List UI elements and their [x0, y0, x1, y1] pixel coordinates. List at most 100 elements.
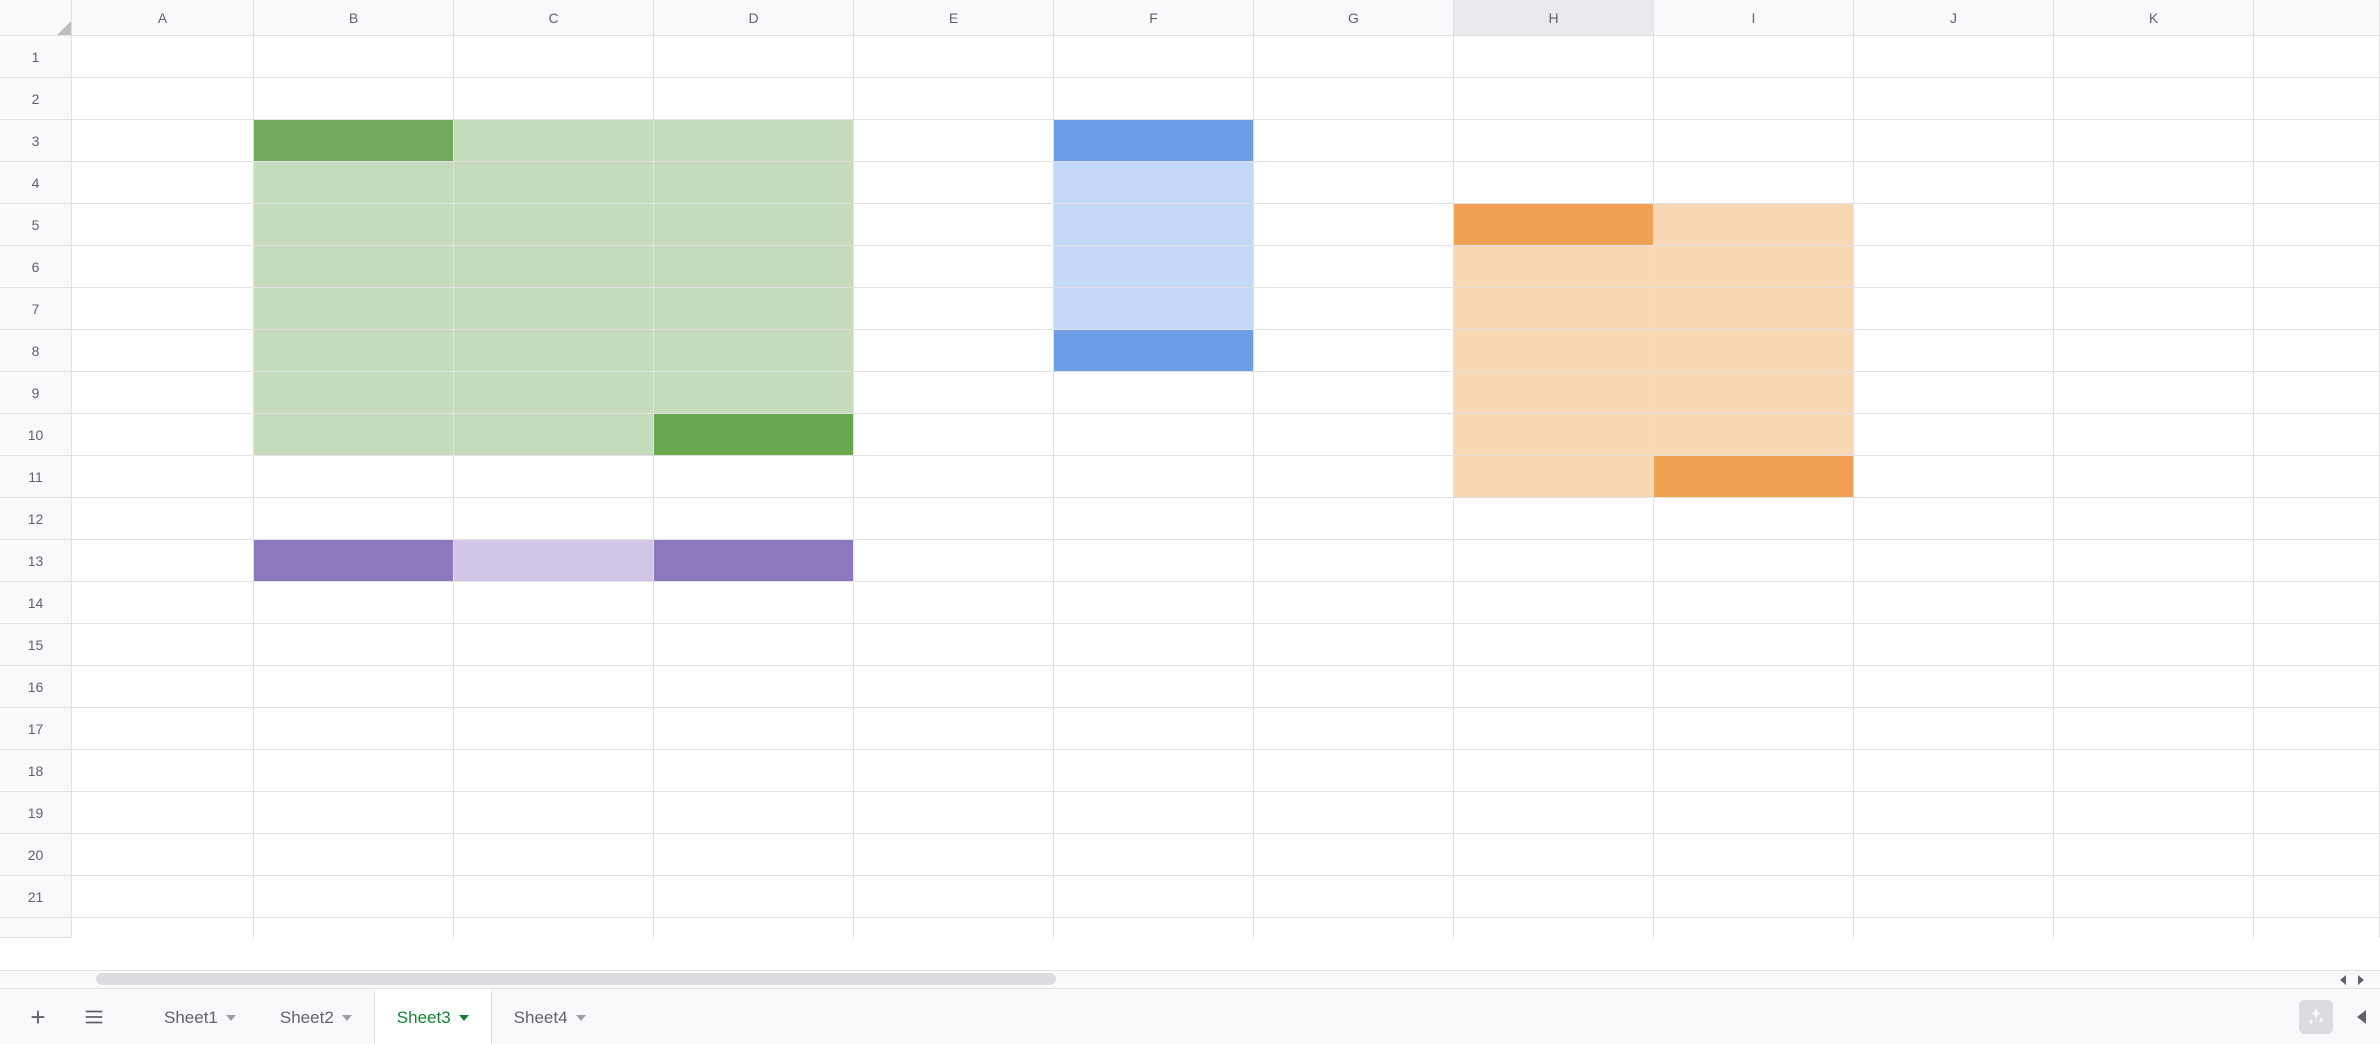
- cell[interactable]: [254, 792, 454, 834]
- cell[interactable]: [2254, 918, 2380, 938]
- cell[interactable]: [72, 78, 254, 120]
- column-header[interactable]: D: [654, 0, 854, 36]
- cell[interactable]: [1854, 834, 2054, 876]
- cell[interactable]: [454, 750, 654, 792]
- cell[interactable]: [654, 288, 854, 330]
- cell[interactable]: [1454, 456, 1654, 498]
- cell[interactable]: [2054, 750, 2254, 792]
- cell[interactable]: [1854, 876, 2054, 918]
- cell[interactable]: [1254, 246, 1454, 288]
- cell[interactable]: [654, 456, 854, 498]
- cell[interactable]: [2254, 330, 2380, 372]
- cell[interactable]: [654, 834, 854, 876]
- cell[interactable]: [1054, 498, 1254, 540]
- cell[interactable]: [2054, 624, 2254, 666]
- row-header[interactable]: 3: [0, 120, 72, 162]
- cell[interactable]: [1054, 750, 1254, 792]
- row-header[interactable]: 1: [0, 36, 72, 78]
- cell[interactable]: [72, 372, 254, 414]
- cell[interactable]: [1054, 582, 1254, 624]
- cell[interactable]: [1054, 372, 1254, 414]
- cell[interactable]: [454, 834, 654, 876]
- cell[interactable]: [854, 708, 1054, 750]
- cell[interactable]: [72, 918, 254, 938]
- cell[interactable]: [1454, 708, 1654, 750]
- row-header[interactable]: 12: [0, 498, 72, 540]
- all-sheets-button[interactable]: [80, 1003, 108, 1031]
- cell[interactable]: [1454, 624, 1654, 666]
- cell[interactable]: [454, 582, 654, 624]
- cell[interactable]: [1454, 918, 1654, 938]
- cell[interactable]: [854, 78, 1054, 120]
- cell[interactable]: [2054, 708, 2254, 750]
- cell[interactable]: [1254, 288, 1454, 330]
- cell[interactable]: [1254, 792, 1454, 834]
- cell[interactable]: [2254, 750, 2380, 792]
- cell[interactable]: [72, 708, 254, 750]
- cell[interactable]: [454, 918, 654, 938]
- cell[interactable]: [72, 582, 254, 624]
- cell[interactable]: [2054, 414, 2254, 456]
- cell[interactable]: [854, 330, 1054, 372]
- cell[interactable]: [2254, 372, 2380, 414]
- cell[interactable]: [1254, 36, 1454, 78]
- cell[interactable]: [254, 288, 454, 330]
- cell[interactable]: [1054, 540, 1254, 582]
- cell[interactable]: [654, 372, 854, 414]
- cell[interactable]: [2254, 456, 2380, 498]
- cell[interactable]: [1654, 498, 1854, 540]
- cell[interactable]: [1254, 750, 1454, 792]
- cell[interactable]: [1054, 414, 1254, 456]
- cell[interactable]: [1454, 288, 1654, 330]
- cell[interactable]: [2054, 246, 2254, 288]
- cell[interactable]: [1854, 624, 2054, 666]
- cell[interactable]: [1254, 330, 1454, 372]
- cell[interactable]: [1454, 750, 1654, 792]
- row-header[interactable]: 13: [0, 540, 72, 582]
- cell[interactable]: [854, 918, 1054, 938]
- cell[interactable]: [854, 414, 1054, 456]
- cell[interactable]: [654, 162, 854, 204]
- cell[interactable]: [1854, 372, 2054, 414]
- cell[interactable]: [254, 372, 454, 414]
- cell[interactable]: [854, 834, 1054, 876]
- cell[interactable]: [654, 708, 854, 750]
- cell[interactable]: [1054, 36, 1254, 78]
- cell[interactable]: [72, 792, 254, 834]
- cell[interactable]: [654, 540, 854, 582]
- row-header[interactable]: 9: [0, 372, 72, 414]
- cell[interactable]: [254, 750, 454, 792]
- cell[interactable]: [1054, 792, 1254, 834]
- cell[interactable]: [1254, 120, 1454, 162]
- cell[interactable]: [854, 120, 1054, 162]
- cell[interactable]: [2254, 498, 2380, 540]
- row-header[interactable]: 6: [0, 246, 72, 288]
- cell[interactable]: [1654, 918, 1854, 938]
- cell[interactable]: [1254, 372, 1454, 414]
- column-header[interactable]: G: [1254, 0, 1454, 36]
- cell[interactable]: [1454, 414, 1654, 456]
- row-header[interactable]: 20: [0, 834, 72, 876]
- row-header[interactable]: 17: [0, 708, 72, 750]
- cell[interactable]: [1654, 624, 1854, 666]
- cell[interactable]: [1654, 834, 1854, 876]
- cell[interactable]: [1454, 36, 1654, 78]
- cell[interactable]: [1254, 204, 1454, 246]
- cell[interactable]: [454, 456, 654, 498]
- column-header[interactable]: [2254, 0, 2380, 36]
- column-header[interactable]: A: [72, 0, 254, 36]
- cell[interactable]: [1254, 918, 1454, 938]
- chevron-down-icon[interactable]: [459, 1015, 469, 1021]
- cell[interactable]: [1654, 414, 1854, 456]
- cell[interactable]: [72, 120, 254, 162]
- cell[interactable]: [1654, 708, 1854, 750]
- cell[interactable]: [1854, 918, 2054, 938]
- cell[interactable]: [854, 666, 1054, 708]
- cell[interactable]: [1454, 246, 1654, 288]
- cell[interactable]: [1254, 708, 1454, 750]
- chevron-down-icon[interactable]: [226, 1015, 236, 1021]
- cell[interactable]: [454, 162, 654, 204]
- cell[interactable]: [1854, 36, 2054, 78]
- sheet-tab[interactable]: Sheet3: [374, 989, 492, 1044]
- cell[interactable]: [1454, 120, 1654, 162]
